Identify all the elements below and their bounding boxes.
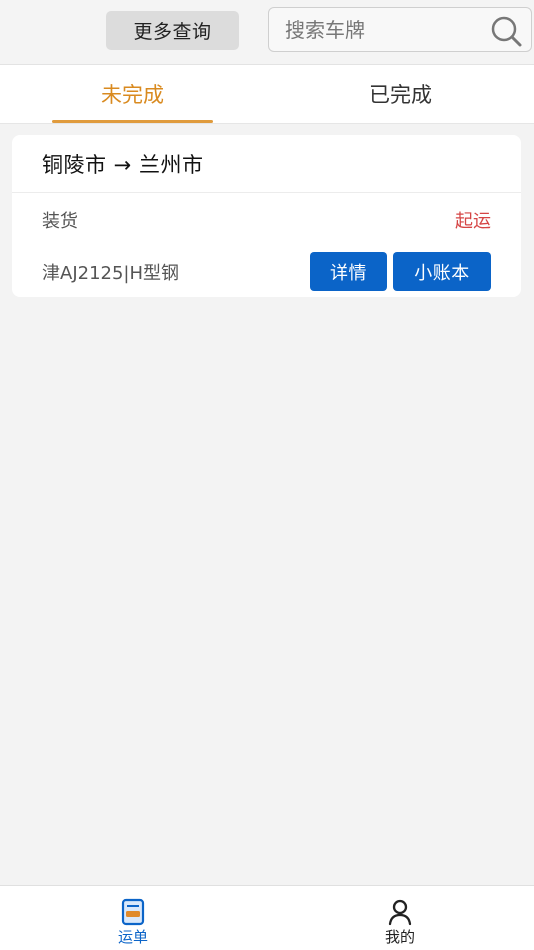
nav-item-waybill[interactable]: 运单: [66, 886, 200, 950]
card-divider: [12, 192, 521, 193]
more-query-button[interactable]: 更多查询: [106, 11, 239, 50]
ledger-button[interactable]: 小账本: [393, 252, 491, 291]
bottom-navigation: 运单 我的: [0, 885, 534, 950]
nav-label-mine: 我的: [384, 928, 415, 946]
user-icon: [388, 899, 412, 926]
nav-label-waybill: 运单: [117, 928, 148, 946]
status-tabs: 未完成 已完成: [0, 65, 534, 124]
search-box[interactable]: [268, 7, 532, 52]
document-icon: [121, 898, 145, 926]
app-screen: 更多查询 未完成 已完成 铜陵市 → 兰州市 装货 起运 津AJ2125|H型钢…: [0, 0, 534, 950]
route-title: 铜陵市 → 兰州市: [42, 153, 204, 177]
tab-incomplete[interactable]: 未完成: [52, 65, 213, 123]
status-badge: 起运: [455, 211, 491, 232]
details-button[interactable]: 详情: [310, 252, 387, 291]
order-card[interactable]: 铜陵市 → 兰州市 装货 起运 津AJ2125|H型钢 详情 小账本: [12, 135, 521, 297]
search-icon[interactable]: [489, 14, 523, 48]
search-input[interactable]: [285, 17, 485, 42]
tab-completed[interactable]: 已完成: [320, 65, 481, 123]
top-bar: 更多查询: [0, 0, 534, 65]
loading-stage: 装货: [42, 211, 78, 232]
active-tab-indicator: [52, 120, 213, 123]
nav-item-mine[interactable]: 我的: [333, 886, 467, 950]
vehicle-cargo-info: 津AJ2125|H型钢: [42, 263, 180, 284]
